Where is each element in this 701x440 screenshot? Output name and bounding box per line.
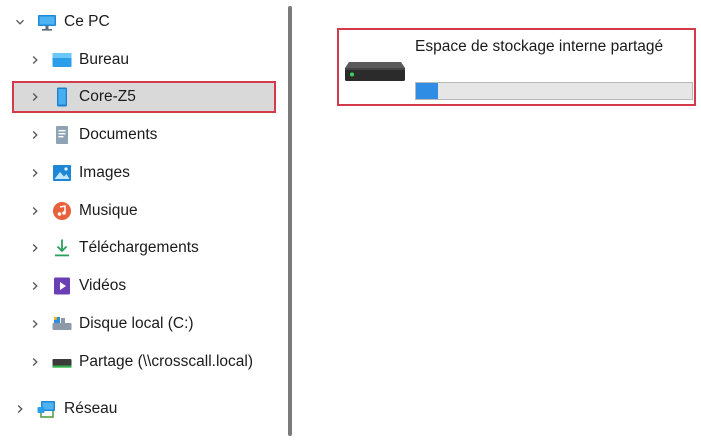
tree-item-documents[interactable]: Documents bbox=[29, 120, 157, 150]
image-icon bbox=[51, 162, 73, 184]
desktop-folder-icon bbox=[51, 49, 73, 71]
storage-usage-bar bbox=[415, 82, 693, 100]
tree-item-label: Partage (\\crosscall.local) bbox=[79, 353, 254, 370]
storage-usage-fill bbox=[416, 83, 439, 99]
local-disk-icon bbox=[51, 313, 73, 335]
monitor-icon bbox=[36, 11, 58, 33]
tree-item-label: Réseau bbox=[64, 400, 118, 417]
tree-item-label: Bureau bbox=[79, 51, 129, 68]
chevron-right-icon[interactable] bbox=[29, 205, 41, 217]
tree-item-label: Ce PC bbox=[64, 13, 110, 30]
tree-item-videos[interactable]: Vidéos bbox=[29, 271, 126, 301]
tree-item-label: Musique bbox=[79, 202, 138, 219]
chevron-down-icon[interactable] bbox=[14, 16, 26, 28]
chevron-right-icon[interactable] bbox=[29, 356, 41, 368]
tree-item-label: Téléchargements bbox=[79, 239, 199, 256]
tree-item-disque-local[interactable]: Disque local (C:) bbox=[29, 309, 194, 339]
chevron-right-icon[interactable] bbox=[29, 280, 41, 292]
tree-item-musique[interactable]: Musique bbox=[29, 196, 138, 226]
tree-item-ce-pc[interactable]: Ce PC bbox=[14, 7, 110, 37]
tree-item-label: Disque local (C:) bbox=[79, 315, 194, 332]
chevron-right-icon[interactable] bbox=[29, 129, 41, 141]
tree-item-images[interactable]: Images bbox=[29, 158, 130, 188]
tree-item-label: Vidéos bbox=[79, 277, 127, 294]
tree-item-label: Core-Z5 bbox=[79, 88, 136, 105]
chevron-right-icon[interactable] bbox=[29, 242, 41, 254]
chevron-right-icon[interactable] bbox=[29, 91, 41, 103]
chevron-right-icon[interactable] bbox=[29, 167, 41, 179]
chevron-right-icon[interactable] bbox=[29, 318, 41, 330]
tree-item-label: Documents bbox=[79, 126, 158, 143]
network-drive-icon bbox=[51, 351, 73, 373]
tree-item-bureau[interactable]: Bureau bbox=[29, 45, 129, 75]
tree-item-label: Images bbox=[79, 164, 130, 181]
music-icon bbox=[51, 200, 73, 222]
tree-item-core-z5[interactable]: Core-Z5 bbox=[29, 82, 136, 112]
document-icon bbox=[51, 124, 73, 146]
chevron-right-icon[interactable] bbox=[14, 403, 26, 415]
download-icon bbox=[51, 237, 73, 259]
tree-item-partage[interactable]: Partage (\\crosscall.local) bbox=[29, 347, 253, 377]
video-icon bbox=[51, 275, 73, 297]
network-icon bbox=[36, 398, 58, 420]
drive-tile[interactable]: Espace de stockage interne partagé bbox=[337, 28, 696, 106]
tree-item-telechargements[interactable]: Téléchargements bbox=[29, 233, 199, 263]
pane-splitter[interactable] bbox=[288, 6, 292, 436]
phone-icon bbox=[51, 86, 73, 108]
chevron-right-icon[interactable] bbox=[29, 54, 41, 66]
tree-item-reseau[interactable]: Réseau bbox=[14, 394, 117, 424]
drive-name: Espace de stockage interne partagé bbox=[415, 38, 664, 55]
navigation-pane: Ce PC Bureau Core-Z5 Documents Images Mu… bbox=[0, 0, 286, 440]
hard-drive-icon bbox=[343, 58, 407, 84]
